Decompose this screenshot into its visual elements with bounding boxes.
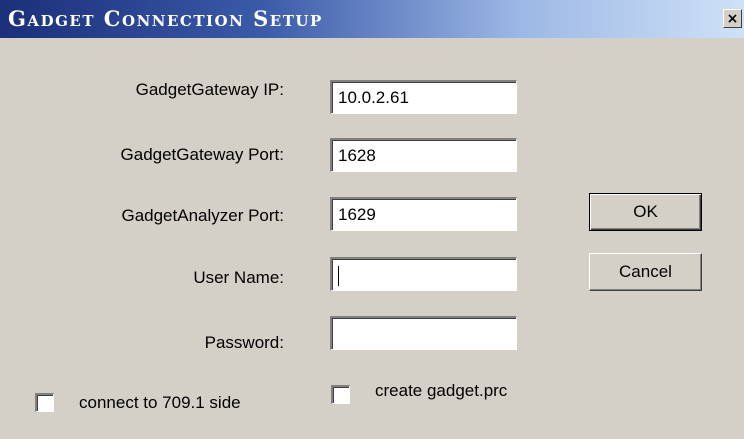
password-input[interactable] bbox=[330, 316, 517, 350]
gateway-ip-label: GadgetGateway IP: bbox=[135, 80, 284, 99]
gateway-ip-input[interactable]: 10.0.2.61 bbox=[330, 80, 517, 114]
cancel-button[interactable]: Cancel bbox=[589, 253, 702, 291]
close-button[interactable]: × bbox=[723, 9, 742, 28]
window-title: Gadget Connection Setup bbox=[8, 6, 323, 31]
analyzer-port-input[interactable]: 1629 bbox=[330, 197, 517, 231]
connect-709-checkbox[interactable] bbox=[35, 393, 54, 412]
title-bar[interactable]: Gadget Connection Setup × bbox=[0, 0, 744, 38]
connect-709-label[interactable]: connect to 709.1 side bbox=[79, 393, 241, 413]
gateway-port-label: GadgetGateway Port: bbox=[120, 145, 284, 164]
create-prc-label[interactable]: create gadget.prc bbox=[375, 381, 507, 401]
ok-button[interactable]: OK bbox=[589, 193, 702, 231]
gateway-port-input[interactable]: 1628 bbox=[330, 138, 517, 172]
create-prc-checkbox[interactable] bbox=[331, 385, 350, 404]
text-caret bbox=[338, 265, 339, 286]
user-name-label: User Name: bbox=[193, 268, 284, 287]
gadget-connection-setup-dialog: Gadget Connection Setup × GadgetGateway … bbox=[0, 0, 744, 439]
analyzer-port-label: GadgetAnalyzer Port: bbox=[121, 206, 284, 225]
close-icon: × bbox=[726, 10, 739, 27]
password-label: Password: bbox=[204, 333, 284, 352]
user-name-input[interactable] bbox=[330, 257, 517, 291]
